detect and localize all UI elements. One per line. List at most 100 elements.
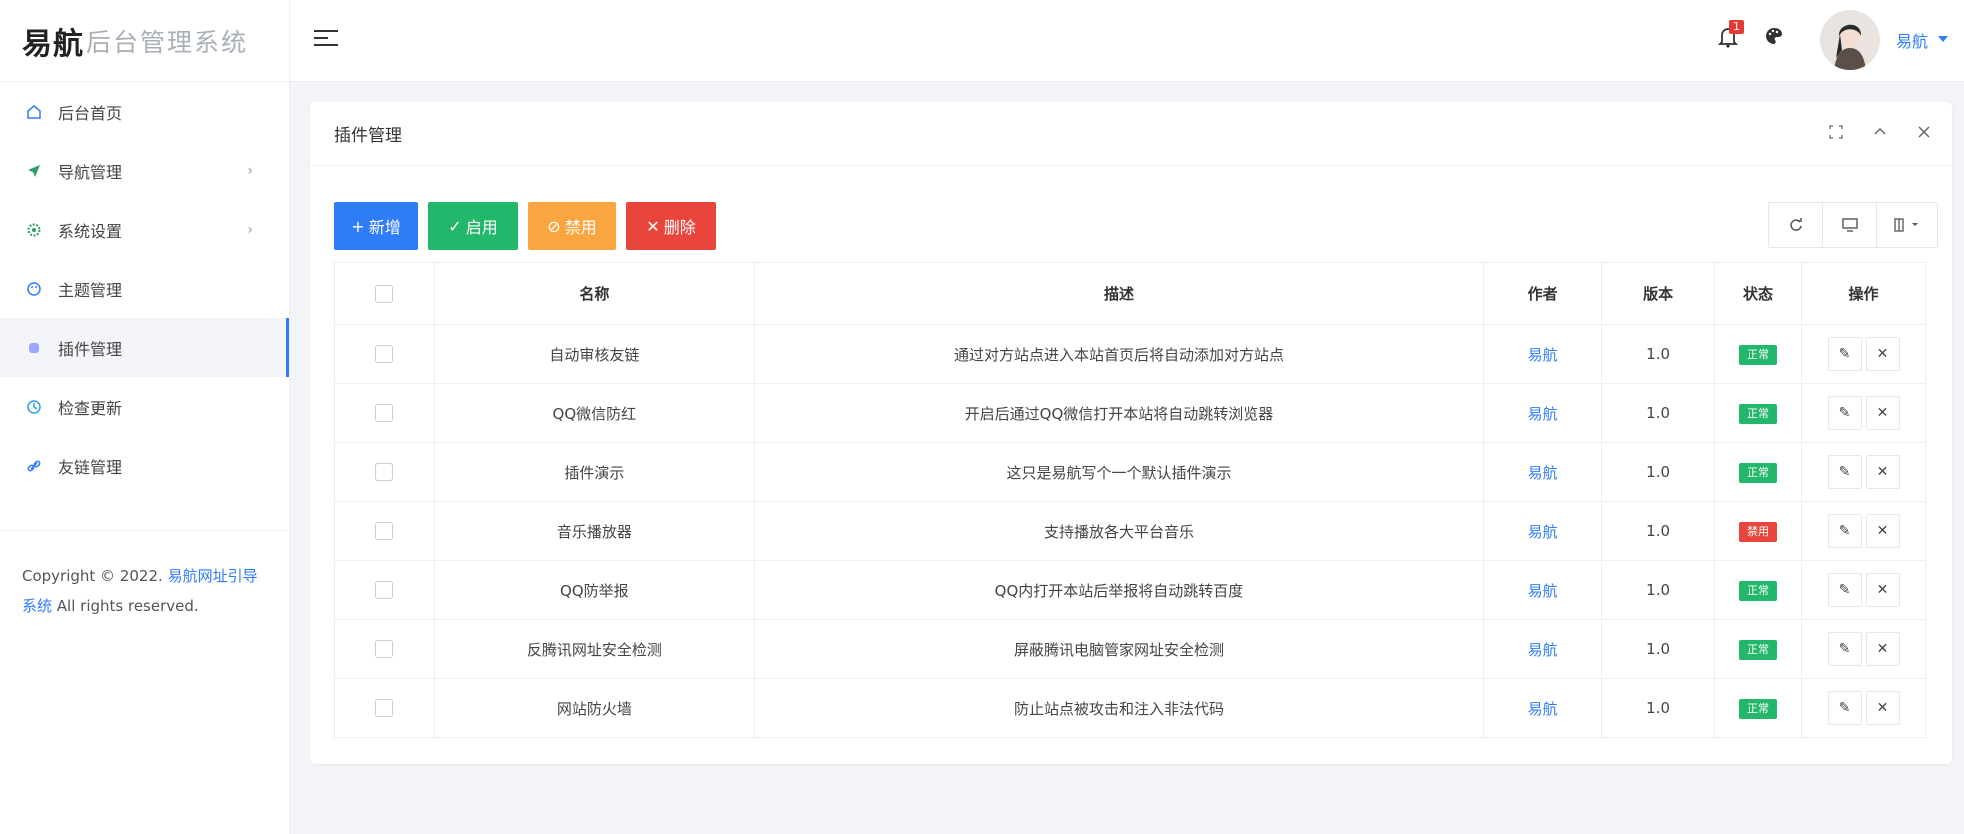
sidebar-item-label: 后台首页	[58, 103, 123, 123]
menu-toggle-icon[interactable]	[314, 30, 338, 50]
columns-dropdown-icon[interactable]	[1877, 203, 1937, 247]
refresh-table-icon[interactable]	[1769, 203, 1823, 247]
sidebar: 易航 后台管理系统 后台首页 导航管理 › 系统设置 › 主题管理 插件管理 检…	[0, 0, 290, 834]
plugin-version: 1.0	[1601, 678, 1716, 738]
status-badge: 正常	[1739, 344, 1778, 365]
col-header-author[interactable]: 作者	[1483, 262, 1603, 325]
plugin-version: 1.0	[1601, 501, 1716, 561]
plugin-name: QQ微信防红	[433, 383, 755, 443]
brand-logo[interactable]: 易航 后台管理系统	[0, 0, 289, 82]
edit-icon[interactable]: ✎	[1827, 396, 1862, 430]
delete-row-icon[interactable]: ✕	[1865, 514, 1900, 548]
fullscreen-icon[interactable]	[1826, 120, 1846, 144]
table-header-row: 名称 描述 作者 版本 状态 操作	[334, 262, 1926, 325]
plugin-desc: 开启后通过QQ微信打开本站将自动跳转浏览器	[753, 383, 1485, 443]
edit-icon[interactable]: ✎	[1827, 455, 1862, 489]
sidebar-item-themes[interactable]: 主题管理	[0, 259, 289, 318]
sidebar-item-label: 主题管理	[58, 280, 123, 300]
edit-icon[interactable]: ✎	[1827, 632, 1862, 666]
sidebar-item-navigation[interactable]: 导航管理 ›	[0, 141, 289, 200]
sidebar-item-label: 检查更新	[58, 398, 123, 418]
table-row: 反腾讯网址安全检测 屏蔽腾讯电脑管家网址安全检测 易航 1.0 正常 ✎ ✕	[334, 619, 1926, 679]
table-row: QQ防举报 QQ内打开本站后举报将自动跳转百度 易航 1.0 正常 ✎ ✕	[334, 560, 1926, 620]
plugin-desc: QQ内打开本站后举报将自动跳转百度	[753, 560, 1485, 620]
collapse-icon[interactable]	[1870, 120, 1890, 144]
avatar[interactable]	[1820, 10, 1880, 70]
delete-row-icon[interactable]: ✕	[1865, 573, 1900, 607]
table-row: 自动审核友链 通过对方站点进入本站首页后将自动添加对方站点 易航 1.0 正常 …	[334, 324, 1926, 384]
home-icon	[24, 102, 44, 122]
status-badge: 正常	[1739, 639, 1778, 660]
enable-button[interactable]: ✓ 启用	[428, 202, 518, 250]
sidebar-item-label: 友链管理	[58, 457, 123, 477]
delete-row-icon[interactable]: ✕	[1865, 632, 1900, 666]
row-checkbox[interactable]	[375, 699, 394, 718]
refresh-icon	[24, 397, 44, 417]
notification-badge: 1	[1729, 20, 1744, 34]
plugin-version: 1.0	[1601, 442, 1716, 502]
edit-icon[interactable]: ✎	[1827, 514, 1862, 548]
times-icon: ✕	[646, 216, 660, 236]
disable-button[interactable]: ⊘ 禁用	[528, 202, 616, 250]
chevron-right-icon: ›	[247, 162, 253, 179]
col-header-version[interactable]: 版本	[1601, 262, 1716, 325]
plugin-author[interactable]: 易航	[1528, 641, 1558, 659]
row-checkbox[interactable]	[375, 522, 394, 541]
panel-tools	[1826, 120, 1934, 144]
close-icon[interactable]	[1914, 120, 1934, 144]
sidebar-item-links[interactable]: 友链管理	[0, 436, 289, 495]
delete-button[interactable]: ✕ 删除	[626, 202, 716, 250]
sidebar-item-home[interactable]: 后台首页	[0, 82, 289, 141]
plugin-author[interactable]: 易航	[1528, 700, 1558, 718]
plugin-desc: 防止站点被攻击和注入非法代码	[753, 678, 1485, 738]
row-checkbox[interactable]	[375, 463, 394, 482]
plugin-author[interactable]: 易航	[1528, 464, 1558, 482]
user-name[interactable]: 易航	[1896, 28, 1928, 52]
sidebar-item-label: 系统设置	[58, 221, 123, 241]
delete-row-icon[interactable]: ✕	[1865, 691, 1900, 725]
action-buttons: + 新增 ✓ 启用 ⊘ 禁用 ✕ 删除	[334, 202, 716, 250]
col-header-status[interactable]: 状态	[1714, 262, 1803, 325]
delete-row-icon[interactable]: ✕	[1865, 455, 1900, 489]
row-checkbox[interactable]	[375, 640, 394, 659]
edit-icon[interactable]: ✎	[1827, 691, 1862, 725]
col-header-name[interactable]: 名称	[433, 262, 755, 325]
bell-icon[interactable]: 1	[1717, 20, 1744, 52]
plugin-icon	[24, 338, 44, 358]
gear-icon	[24, 220, 44, 240]
add-button[interactable]: + 新增	[334, 202, 418, 250]
plugin-author[interactable]: 易航	[1528, 582, 1558, 600]
check-icon: ✓	[448, 216, 462, 236]
row-checkbox[interactable]	[375, 404, 394, 423]
plugin-author[interactable]: 易航	[1528, 523, 1558, 541]
plugin-author[interactable]: 易航	[1528, 346, 1558, 364]
plugin-table: 名称 描述 作者 版本 状态 操作 自动审核友链 通过对方站点进入本站首页后将自…	[334, 262, 1926, 738]
col-header-desc[interactable]: 描述	[753, 262, 1485, 325]
delete-button-label: 删除	[663, 218, 696, 237]
row-checkbox[interactable]	[375, 345, 394, 364]
plugin-desc: 通过对方站点进入本站首页后将自动添加对方站点	[753, 324, 1485, 384]
plugin-name: 音乐播放器	[433, 501, 755, 561]
plugin-desc: 屏蔽腾讯电脑管家网址安全检测	[753, 619, 1485, 679]
row-checkbox[interactable]	[375, 581, 394, 600]
plugin-author[interactable]: 易航	[1528, 405, 1558, 423]
theme-palette-icon[interactable]	[1764, 26, 1788, 50]
caret-down-icon[interactable]	[1938, 36, 1948, 42]
table-tools	[1768, 202, 1938, 248]
delete-row-icon[interactable]: ✕	[1865, 337, 1900, 371]
plugin-desc: 支持播放各大平台音乐	[753, 501, 1485, 561]
edit-icon[interactable]: ✎	[1827, 337, 1862, 371]
table-row: 网站防火墙 防止站点被攻击和注入非法代码 易航 1.0 正常 ✎ ✕	[334, 678, 1926, 738]
select-all-checkbox[interactable]	[375, 284, 394, 303]
send-icon	[24, 161, 44, 181]
sidebar-item-plugins[interactable]: 插件管理	[0, 318, 289, 377]
sidebar-item-settings[interactable]: 系统设置 ›	[0, 200, 289, 259]
select-all-cell	[334, 262, 435, 325]
disable-button-label: 禁用	[564, 218, 597, 237]
sidebar-item-update[interactable]: 检查更新	[0, 377, 289, 436]
enable-button-label: 启用	[465, 218, 498, 237]
delete-row-icon[interactable]: ✕	[1865, 396, 1900, 430]
edit-icon[interactable]: ✎	[1827, 573, 1862, 607]
plugin-name: 反腾讯网址安全检测	[433, 619, 755, 679]
toggle-view-icon[interactable]	[1823, 203, 1877, 247]
